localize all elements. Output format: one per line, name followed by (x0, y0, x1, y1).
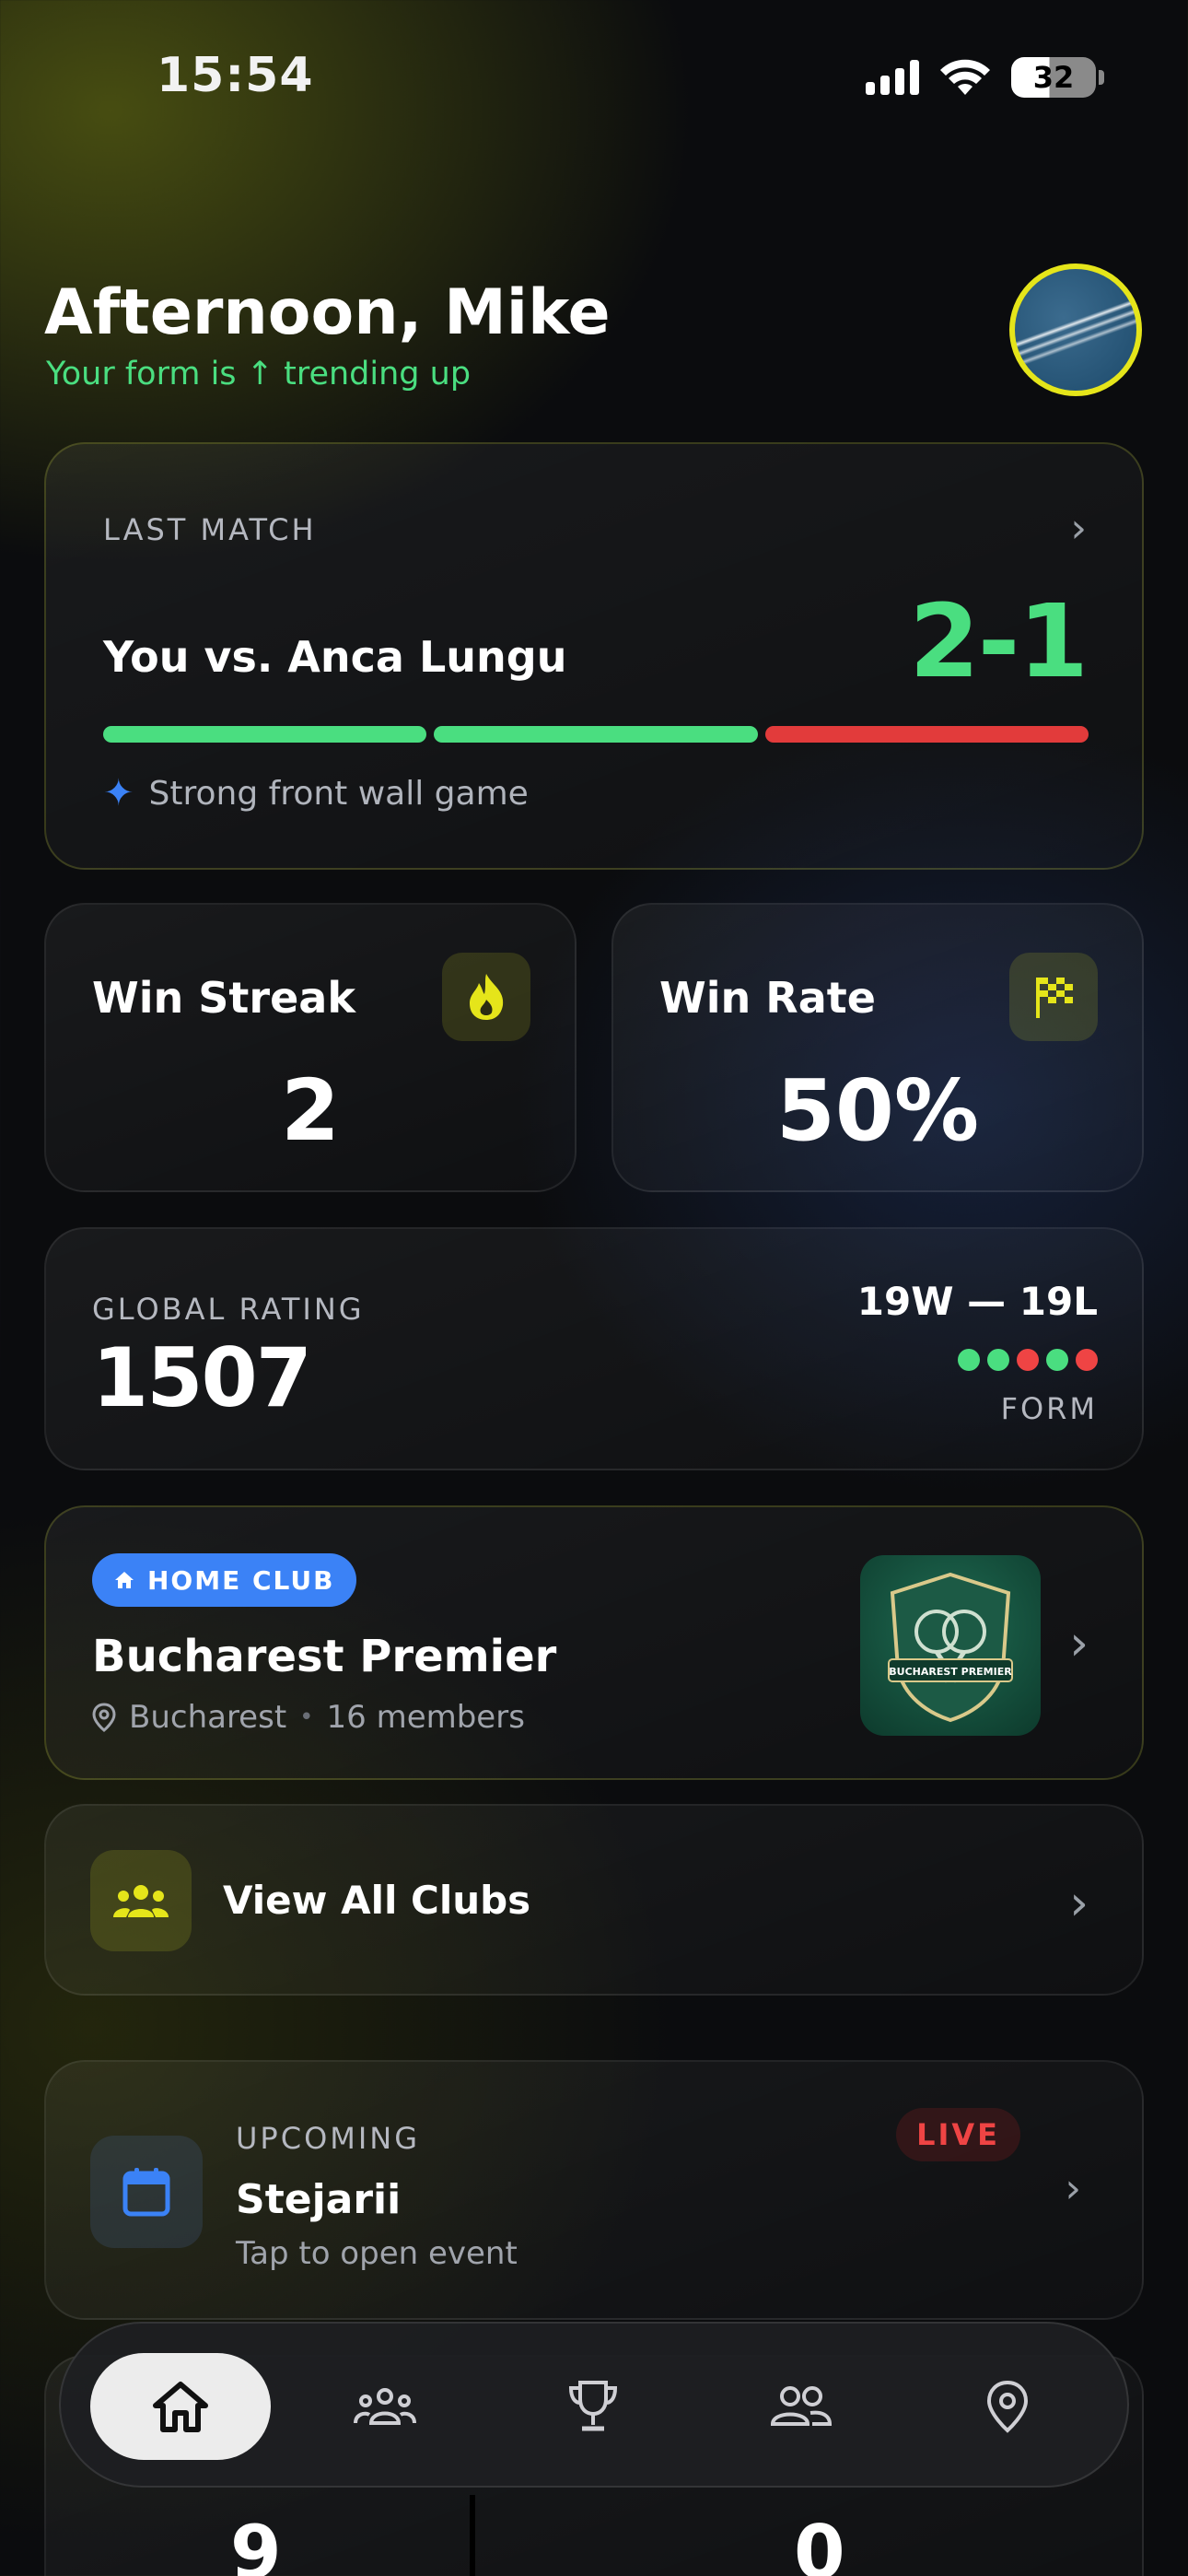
match-insight: ✦ Strong front wall game (103, 772, 529, 814)
form-trend-text: Your form is ↑ trending up (46, 356, 472, 392)
house-icon (115, 1572, 134, 1588)
match-opponent: You vs. Anca Lungu (103, 632, 567, 682)
win-rate-value: 50% (775, 1061, 980, 1160)
match-insight-text: Strong front wall game (148, 774, 529, 813)
win-streak-value: 2 (280, 1061, 340, 1160)
form-dot-win (987, 1349, 1009, 1371)
win-rate-card[interactable]: Win Rate 50% (611, 903, 1144, 1192)
win-streak-card[interactable]: Win Streak 2 (44, 903, 577, 1192)
tab-leaderboard[interactable] (503, 2353, 683, 2460)
home-icon (153, 2382, 208, 2432)
chevron-right-icon: › (1069, 1616, 1089, 1671)
status-icons: 32 (866, 57, 1104, 98)
form-dot-loss (1017, 1349, 1039, 1371)
view-all-clubs-label: View All Clubs (223, 1878, 531, 1923)
tab-map[interactable] (917, 2353, 1098, 2460)
set-result-loss (764, 726, 1089, 743)
tab-friends[interactable] (711, 2353, 891, 2460)
location-pin-icon (92, 1703, 116, 1732)
win-streak-label: Win Streak (92, 973, 355, 1023)
upcoming-label: UPCOMING (236, 2121, 421, 2156)
set-results-bar (103, 726, 1089, 743)
checkered-flag-icon (1009, 953, 1098, 1041)
trophy-icon (568, 2381, 618, 2431)
bottom-stat-right: 0 (794, 2510, 845, 2576)
global-rating-card[interactable]: GLOBAL RATING 1507 19W — 19L FORM (44, 1227, 1144, 1470)
home-club-city: Bucharest (129, 1699, 287, 1736)
cellular-signal-icon (866, 60, 919, 95)
event-subtitle: Tap to open event (236, 2235, 518, 2272)
chevron-right-icon: › (1069, 1876, 1089, 1931)
form-dot-win (1046, 1349, 1068, 1371)
upcoming-event-card[interactable]: UPCOMING LIVE Stejarii Tap to open event… (44, 2060, 1144, 2320)
event-title: Stejarii (236, 2176, 402, 2223)
club-logo-text: BUCHAREST PREMIER (889, 1666, 1012, 1678)
tab-clubs[interactable] (295, 2353, 475, 2460)
form-label: FORM (1000, 1391, 1098, 1426)
live-badge: LIVE (896, 2108, 1020, 2161)
last-match-label: LAST MATCH (103, 512, 317, 547)
bottom-tab-bar (59, 2322, 1129, 2488)
set-result-win (434, 726, 758, 743)
wifi-icon (940, 59, 990, 95)
view-all-clubs-button[interactable]: View All Clubs › (44, 1804, 1144, 1996)
friends-icon (770, 2386, 833, 2426)
last-match-card[interactable]: LAST MATCH › You vs. Anca Lungu 2-1 ✦ St… (44, 442, 1144, 870)
home-club-badge: HOME CLUB (92, 1553, 357, 1607)
greeting-title: Afternoon, Mike (44, 276, 611, 349)
calendar-icon (90, 2136, 203, 2248)
battery-level: 32 (1032, 60, 1075, 95)
tab-home[interactable] (90, 2353, 271, 2460)
group-icon (90, 1850, 192, 1951)
set-result-win (103, 726, 427, 743)
home-club-card[interactable]: HOME CLUB Bucharest Premier Bucharest • … (44, 1505, 1144, 1780)
battery-icon: 32 (1011, 57, 1104, 98)
home-club-members: 16 members (326, 1699, 525, 1736)
form-dot-loss (1076, 1349, 1098, 1371)
match-score: 2-1 (909, 582, 1089, 700)
stats-divider (470, 2495, 475, 2576)
global-rating-label: GLOBAL RATING (92, 1292, 365, 1327)
global-rating-value: 1507 (92, 1330, 312, 1425)
chevron-right-icon: › (1070, 505, 1087, 552)
form-dots (958, 1349, 1098, 1371)
win-loss-record: 19W — 19L (856, 1279, 1098, 1324)
club-logo: BUCHAREST PREMIER (860, 1555, 1041, 1736)
meta-separator: • (299, 1704, 314, 1731)
location-icon (986, 2380, 1029, 2433)
home-club-name: Bucharest Premier (92, 1631, 557, 1682)
sparkle-icon: ✦ (103, 772, 134, 814)
people-icon (354, 2388, 416, 2425)
status-time: 15:54 (157, 48, 314, 103)
home-club-meta: Bucharest • 16 members (92, 1699, 525, 1736)
profile-avatar[interactable] (1009, 263, 1142, 396)
bottom-stat-left: 9 (230, 2510, 282, 2576)
form-dot-win (958, 1349, 980, 1371)
chevron-right-icon: › (1065, 2165, 1081, 2212)
home-club-badge-label: HOME CLUB (147, 1564, 335, 1596)
flame-icon (442, 953, 530, 1041)
win-rate-label: Win Rate (659, 973, 876, 1023)
